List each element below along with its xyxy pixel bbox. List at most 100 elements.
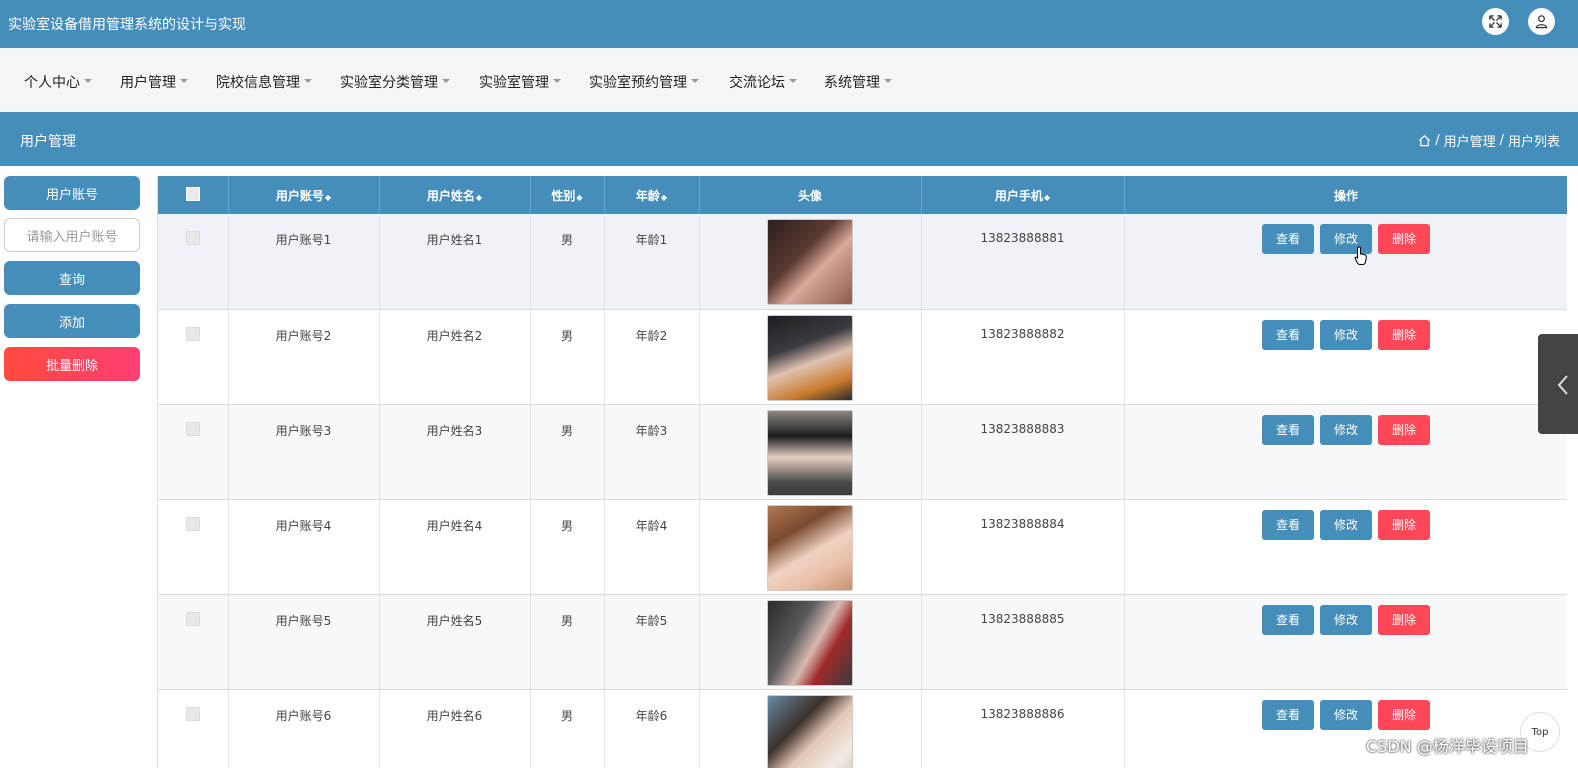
row-checkbox[interactable] [185,611,200,626]
user-menu-button[interactable] [1528,8,1555,35]
chevron-left-icon [1557,375,1568,395]
gender-cell: 男 [530,689,605,768]
breadcrumb-separator: / [1499,133,1504,148]
view-button[interactable]: 查看 [1262,414,1314,445]
row-select-cell [158,404,229,500]
nav-forum[interactable]: 交流论坛 [729,72,797,92]
name-cell: 用户姓名5 [379,594,531,690]
table-row: 用户账号5 用户姓名5 男 年龄5 13823888885 查看 修改 删除 [158,594,1567,690]
avatar-image[interactable] [767,504,853,591]
edit-button[interactable]: 修改 [1320,604,1372,635]
edit-button[interactable]: 修改 [1320,319,1372,350]
avatar-image[interactable] [767,599,853,686]
row-select-cell [158,689,229,768]
age-cell: 年龄2 [604,309,700,405]
sort-icon: ◆ [1043,192,1051,202]
view-button[interactable]: 查看 [1262,224,1314,254]
main-nav: 个人中心 用户管理 院校信息管理 实验室分类管理 实验室管理 实验室预约管理 交… [0,48,1578,112]
page-header: 用户管理 / 用户管理 / 用户列表 [0,112,1578,166]
column-header-gender[interactable]: 性别◆ [530,176,605,214]
delete-button[interactable]: 删除 [1378,604,1430,635]
select-all-cell [158,176,229,214]
column-label: 年龄 [635,188,660,203]
avatar-image[interactable] [767,409,853,496]
chevron-down-icon [84,79,92,83]
column-header-phone[interactable]: 用户手机◆ [921,176,1125,214]
fullscreen-button[interactable] [1482,8,1509,35]
account-cell: 用户账号4 [228,499,380,595]
age-cell: 年龄6 [604,689,700,768]
sort-icon: ◆ [324,192,332,202]
column-header-age[interactable]: 年龄◆ [604,176,700,214]
table-header-row: 用户账号◆ 用户姓名◆ 性别◆ 年龄◆ 头像 用户手机◆ 操作 [158,176,1567,214]
column-label: 用户账号 [275,188,324,203]
column-label: 操作 [1333,188,1358,203]
row-select-cell [158,309,229,405]
table-row: 用户账号2 用户姓名2 男 年龄2 13823888882 查看 修改 删除 [158,309,1567,405]
row-checkbox[interactable] [185,231,200,245]
delete-button[interactable]: 删除 [1378,699,1430,730]
nav-label: 实验室分类管理 [340,75,438,91]
nav-lab-category[interactable]: 实验室分类管理 [340,72,450,92]
column-header-account[interactable]: 用户账号◆ [228,176,380,214]
query-button[interactable]: 查询 [4,261,140,295]
side-panel-toggle[interactable] [1538,334,1578,434]
avatar-image[interactable] [767,219,853,305]
nav-lab-management[interactable]: 实验室管理 [479,72,561,92]
actions-cell: 查看 修改 删除 [1124,404,1567,500]
column-header-avatar: 头像 [699,176,922,214]
row-checkbox[interactable] [185,326,200,341]
row-checkbox[interactable] [185,516,200,531]
column-header-actions: 操作 [1124,176,1567,214]
edit-button[interactable]: 修改 [1320,699,1372,730]
delete-button[interactable]: 删除 [1378,509,1430,540]
delete-button[interactable]: 删除 [1378,319,1430,350]
nav-personal-center[interactable]: 个人中心 [24,72,92,92]
nav-label: 交流论坛 [729,75,785,91]
chevron-down-icon [789,79,797,83]
view-button[interactable]: 查看 [1262,604,1314,635]
column-label: 用户手机 [994,188,1043,203]
app-title: 实验室设备借用管理系统的设计与实现 [8,17,246,33]
nav-school-info[interactable]: 院校信息管理 [216,72,312,92]
nav-label: 实验室预约管理 [589,75,687,91]
search-input[interactable]: 请输入用户账号 [4,218,140,252]
gender-cell: 男 [530,309,605,405]
avatar-image[interactable] [767,694,853,768]
view-button[interactable]: 查看 [1262,319,1314,350]
column-label: 头像 [797,188,822,203]
account-cell: 用户账号1 [228,214,380,310]
view-button[interactable]: 查看 [1262,699,1314,730]
home-icon[interactable] [1418,134,1431,147]
column-header-name[interactable]: 用户姓名◆ [379,176,531,214]
row-checkbox[interactable] [185,421,200,436]
table-row: 用户账号4 用户姓名4 男 年龄4 13823888884 查看 修改 删除 [158,499,1567,595]
batch-delete-button[interactable]: 批量删除 [4,347,140,381]
phone-cell: 13823888885 [921,594,1125,690]
name-cell: 用户姓名3 [379,404,531,500]
avatar-image[interactable] [767,314,853,401]
row-checkbox[interactable] [185,706,200,721]
nav-user-management[interactable]: 用户管理 [120,72,188,92]
column-label: 用户姓名 [426,188,475,203]
delete-button[interactable]: 删除 [1378,414,1430,445]
nav-lab-reservation[interactable]: 实验室预约管理 [589,72,699,92]
chevron-down-icon [691,79,699,83]
nav-label: 院校信息管理 [216,75,300,91]
pointer-cursor-icon [1354,246,1367,265]
page-title: 用户管理 [20,134,76,150]
account-cell: 用户账号6 [228,689,380,768]
avatar-cell [699,214,922,310]
nav-system[interactable]: 系统管理 [824,72,892,92]
phone-cell: 13823888884 [921,499,1125,595]
chevron-down-icon [442,79,450,83]
view-button[interactable]: 查看 [1262,509,1314,540]
edit-button[interactable]: 修改 [1320,509,1372,540]
edit-button[interactable]: 修改 [1320,414,1372,445]
delete-button[interactable]: 删除 [1378,224,1430,254]
select-all-checkbox[interactable] [185,186,200,201]
search-field-label: 用户账号 [4,176,140,210]
add-button[interactable]: 添加 [4,304,140,338]
phone-cell: 13823888881 [921,214,1125,310]
breadcrumb-item[interactable]: 用户管理 [1444,131,1496,150]
